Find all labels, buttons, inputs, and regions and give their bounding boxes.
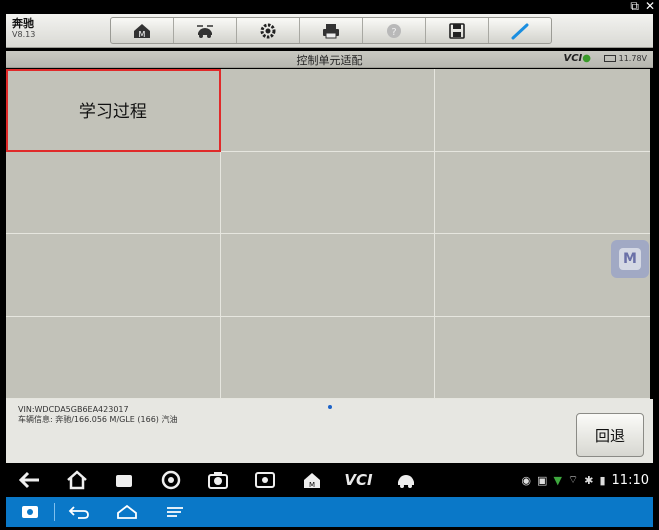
camera-button[interactable] xyxy=(194,470,241,490)
battery-status-icon: ▮ xyxy=(599,473,606,487)
grid-cell xyxy=(220,234,436,317)
page-indicator-dot xyxy=(328,405,332,409)
chrome-button[interactable] xyxy=(147,470,194,490)
save-button[interactable] xyxy=(426,18,489,43)
floppy-icon xyxy=(449,22,465,39)
svg-text:M: M xyxy=(139,30,146,39)
nav-recents-button[interactable] xyxy=(100,470,147,490)
battery-status: 11.78V xyxy=(603,54,647,63)
help-icon: ? xyxy=(387,23,401,38)
grid-cell xyxy=(6,151,221,234)
chrome-icon xyxy=(161,470,180,490)
brand-version: V8.13 xyxy=(12,30,36,39)
screen-icon: ▣ xyxy=(537,473,548,487)
function-grid: 学习过程 xyxy=(6,69,650,399)
toolbar: M ? xyxy=(110,17,552,44)
brand-name: 奔驰 xyxy=(12,17,34,30)
settings-button[interactable] xyxy=(237,18,300,43)
back-arrow-icon xyxy=(18,471,39,489)
app-header: 奔驰 V8.13 M ? xyxy=(6,14,653,48)
back-button[interactable]: 回退 xyxy=(576,413,644,457)
svg-text:M: M xyxy=(308,481,314,489)
keyboard-toggle-button[interactable] xyxy=(6,503,54,521)
grid-cell-learning-process[interactable]: 学习过程 xyxy=(6,69,221,152)
car-button[interactable] xyxy=(382,470,429,490)
status-area: ◉ ▣ ▼ ⌔ ✱ ▮ 11:10 xyxy=(521,463,649,497)
battery-icon xyxy=(603,55,616,62)
grid-cell xyxy=(435,151,650,234)
grid-cell xyxy=(435,69,650,152)
page-title: 控制单元适配 xyxy=(296,54,363,67)
brightness-button[interactable] xyxy=(241,470,288,490)
battery-voltage: 11.78V xyxy=(618,54,647,63)
app-window: { "brand": { "name": "奔驰", "version": "V… xyxy=(0,0,659,530)
grid-cell xyxy=(6,316,221,399)
house-outline-icon xyxy=(117,504,137,519)
vehicle-info: VIN:WDCDA5GB6EA423017 车辆信息: 奔驰/166.056 M… xyxy=(18,405,177,425)
vin-text: VIN:WDCDA5GB6EA423017 xyxy=(18,405,129,414)
bluetooth-icon: ✱ xyxy=(584,473,594,487)
grid-cell xyxy=(435,316,650,399)
vehicle-text: 车辆信息: 奔驰/166.056 M/GLE (166) 汽油 xyxy=(18,415,178,424)
wifi-icon: ⌔ xyxy=(567,473,579,486)
car-swap-icon xyxy=(197,24,213,38)
vci-label: VCI xyxy=(563,53,583,64)
menu-icon xyxy=(167,507,183,517)
print-button[interactable] xyxy=(300,18,363,43)
nav-home-button[interactable] xyxy=(53,470,100,490)
svg-text:?: ? xyxy=(391,27,396,38)
close-icon[interactable]: ✕ xyxy=(645,0,655,14)
download-icon: ▼ xyxy=(553,473,562,487)
sub-home-button[interactable] xyxy=(103,503,151,521)
sub-menu-button[interactable] xyxy=(151,503,199,521)
grid-cell xyxy=(220,316,436,399)
help-button[interactable]: ? xyxy=(363,18,426,43)
car-icon xyxy=(397,475,414,488)
sub-back-button[interactable] xyxy=(55,503,103,521)
vci-connected-icon: ● xyxy=(582,53,591,64)
app-home-button[interactable]: M xyxy=(288,470,335,490)
pen-button[interactable] xyxy=(489,18,551,43)
camera-icon xyxy=(207,472,228,489)
printer-icon xyxy=(323,23,339,38)
m-home-icon: M xyxy=(303,473,320,489)
title-bar: 控制单元适配 VCI● 11.78V xyxy=(6,51,653,68)
eye-icon: ◉ xyxy=(521,473,532,487)
pen-icon xyxy=(511,23,529,39)
vehicle-button[interactable] xyxy=(174,18,237,43)
home-icon: M xyxy=(134,23,150,39)
recents-icon xyxy=(115,475,132,487)
brand: 奔驰 V8.13 xyxy=(12,17,35,40)
floating-menu-button[interactable]: M xyxy=(611,240,649,278)
grid-cell xyxy=(6,234,221,317)
grid-cell xyxy=(220,151,436,234)
nav-back-button[interactable] xyxy=(6,470,53,490)
vci-button[interactable]: VCI xyxy=(335,471,382,489)
toggle-icon xyxy=(22,506,38,518)
android-nav-bar: M VCI ◉ ▣ ▼ ⌔ ✱ ▮ 11:10 xyxy=(6,463,653,497)
secondary-nav-bar xyxy=(6,497,653,527)
home-button[interactable]: M xyxy=(111,18,174,43)
vehicle-info-panel: VIN:WDCDA5GB6EA423017 车辆信息: 奔驰/166.056 M… xyxy=(6,399,653,463)
vci-status: VCI● xyxy=(563,53,591,64)
popout-icon[interactable]: ⧉ xyxy=(630,0,639,14)
undo-arrow-icon xyxy=(68,506,89,519)
home-icon xyxy=(66,470,87,490)
brightness-icon xyxy=(254,472,275,488)
gear-icon xyxy=(260,23,276,38)
floating-menu-label: M xyxy=(619,248,641,270)
clock: 11:10 xyxy=(611,472,649,488)
window-controls: ⧉ ✕ xyxy=(630,0,655,14)
grid-cell xyxy=(220,69,436,152)
